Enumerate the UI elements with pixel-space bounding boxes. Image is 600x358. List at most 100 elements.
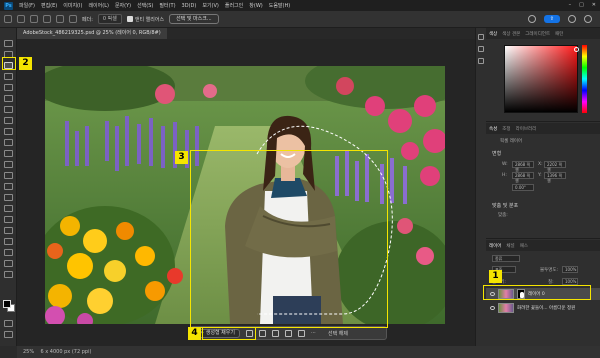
history-brush-icon[interactable] <box>4 150 13 157</box>
move-tool-icon[interactable] <box>4 40 13 47</box>
zoom-tool-icon[interactable] <box>4 260 13 267</box>
height-label: H: <box>502 173 507 178</box>
comments-panel-icon[interactable] <box>478 46 484 52</box>
panel-divider <box>486 238 600 239</box>
menu-bar: Ps 파일(F) 편집(E) 이미지(I) 레이어(L) 문자(Y) 선택(S)… <box>0 0 600 11</box>
tab-layers[interactable]: 레이어 <box>489 243 501 249</box>
intersect-selection-icon[interactable] <box>69 15 77 23</box>
adjustment-layer-icon[interactable] <box>297 329 305 337</box>
layer-name: 화려한 꽃들이... 아름다운 정원 <box>517 306 576 311</box>
dodge-tool-icon[interactable] <box>4 194 13 201</box>
more-tools-icon[interactable] <box>4 271 13 278</box>
frame-tool-icon[interactable] <box>4 95 13 102</box>
tab-adjustments[interactable]: 조정 <box>502 126 510 132</box>
menu-layer[interactable]: 레이어(L) <box>88 2 109 9</box>
eraser-tool-icon[interactable] <box>4 161 13 168</box>
history-panel-icon[interactable] <box>478 34 484 40</box>
panel-divider <box>486 121 600 122</box>
tab-patterns[interactable]: 패턴 <box>555 31 563 37</box>
deselect-button[interactable]: 선택 해제 <box>328 330 348 337</box>
menu-window[interactable]: 창(W) <box>249 2 262 9</box>
actions-panel-icon[interactable] <box>478 58 484 64</box>
menu-plugins[interactable]: 플러그인 <box>225 2 243 9</box>
document-tab[interactable]: AdobeStock_486219325.psd @ 25% (레이어 0, R… <box>17 28 167 39</box>
new-selection-icon[interactable] <box>30 15 38 23</box>
invert-selection-icon[interactable] <box>258 329 266 337</box>
object-select-tool-icon[interactable] <box>4 73 13 80</box>
layer-row[interactable]: 화려한 꽃들이... 아름다운 정원 <box>486 302 600 314</box>
home-icon[interactable] <box>4 15 12 23</box>
transform-title: 변형 <box>492 151 502 157</box>
create-mask-icon[interactable] <box>271 329 279 337</box>
menu-filter[interactable]: 필터(T) <box>159 2 175 9</box>
color-picker-field[interactable] <box>504 45 578 113</box>
hand-tool-icon[interactable] <box>4 249 13 256</box>
menu-type[interactable]: 문자(Y) <box>115 2 131 9</box>
healing-brush-icon[interactable] <box>4 117 13 124</box>
angle-input[interactable]: 0.00° <box>512 184 534 191</box>
opacity-input[interactable]: 100% <box>562 266 578 273</box>
properties-panel-tabs: 속성 조정 라이브러리 <box>486 123 600 134</box>
tab-color[interactable]: 색상 <box>489 31 497 37</box>
close-icon[interactable]: ✕ <box>592 2 596 8</box>
layer-thumbnail <box>498 303 514 313</box>
fill-input[interactable]: 100% <box>562 278 578 285</box>
subtract-selection-icon[interactable] <box>56 15 64 23</box>
align-distribute-title: 맞춤 및 분포 <box>492 203 519 209</box>
select-and-mask-button[interactable]: 선택 및 마스크... <box>169 14 219 24</box>
menu-3d[interactable]: 3D(D) <box>182 3 197 9</box>
tab-swatches[interactable]: 색상 견본 <box>502 31 520 37</box>
minimize-icon[interactable]: – <box>569 2 572 8</box>
blur-tool-icon[interactable] <box>4 183 13 190</box>
tab-paths[interactable]: 패스 <box>520 243 528 249</box>
color-panel-tabs: 색상 색상 견본 그레이디언트 패턴 <box>486 28 600 39</box>
eyedropper-tool-icon[interactable] <box>4 106 13 113</box>
share-button[interactable]: ⇪ <box>543 15 560 23</box>
tab-channels[interactable]: 채널 <box>506 243 514 249</box>
menu-help[interactable]: 도움말(H) <box>269 2 290 9</box>
y-input[interactable]: 1396 픽셀 <box>544 172 566 183</box>
maximize-icon[interactable]: □ <box>579 2 584 8</box>
tab-gradients[interactable]: 그레이디언트 <box>525 31 550 37</box>
document-tab-bar: AdobeStock_486219325.psd @ 25% (레이어 0, R… <box>17 28 475 39</box>
menu-view[interactable]: 보기(V) <box>202 2 219 9</box>
crop-tool-icon[interactable] <box>4 84 13 91</box>
feather-input[interactable]: 0 픽셀 <box>97 14 122 24</box>
screen-mode-icon[interactable] <box>4 331 13 338</box>
visibility-eye-icon[interactable] <box>490 306 495 310</box>
menu-edit[interactable]: 편집(E) <box>41 2 57 9</box>
foreground-color-swatch[interactable] <box>3 300 11 308</box>
width-input[interactable]: 2868 픽셀 <box>512 161 534 172</box>
workspace-icon[interactable] <box>584 15 592 23</box>
color-picker-marker[interactable] <box>574 47 579 52</box>
height-input[interactable]: 2868 픽셀 <box>512 172 534 183</box>
x-input[interactable]: 2202 픽셀 <box>544 161 566 172</box>
tab-properties[interactable]: 속성 <box>489 126 497 132</box>
badge-1: 1 <box>489 270 502 283</box>
highlight-generative-fill <box>202 327 256 340</box>
antialias-checkbox[interactable]: 앤티 앨리어스 <box>126 16 164 23</box>
width-label: W: <box>502 162 508 167</box>
menu-file[interactable]: 파일(F) <box>19 2 35 9</box>
gradient-tool-icon[interactable] <box>4 172 13 179</box>
menu-select[interactable]: 선택(S) <box>137 2 153 9</box>
type-tool-icon[interactable] <box>4 216 13 223</box>
quick-mask-icon[interactable] <box>4 320 13 327</box>
shape-tool-icon[interactable] <box>4 238 13 245</box>
cloud-icon[interactable] <box>527 15 536 23</box>
fill-selection-icon[interactable] <box>284 329 292 337</box>
path-select-icon[interactable] <box>4 227 13 234</box>
add-to-selection-icon[interactable] <box>43 15 51 23</box>
tab-libraries[interactable]: 라이브러리 <box>516 126 537 132</box>
brush-tool-icon[interactable] <box>4 128 13 135</box>
document-info: 6 x 4000 px (72 ppi) <box>40 349 92 355</box>
lasso-tool-icon[interactable] <box>17 15 25 23</box>
pen-tool-icon[interactable] <box>4 205 13 212</box>
more-options-icon[interactable]: ⋯ <box>311 330 316 336</box>
search-icon[interactable] <box>568 15 576 23</box>
zoom-level[interactable]: 25% <box>23 349 34 355</box>
clone-stamp-icon[interactable] <box>4 139 13 146</box>
menu-image[interactable]: 이미지(I) <box>63 2 82 9</box>
hue-slider[interactable] <box>582 45 587 113</box>
layer-filter-kind[interactable]: 종류 <box>492 255 520 262</box>
